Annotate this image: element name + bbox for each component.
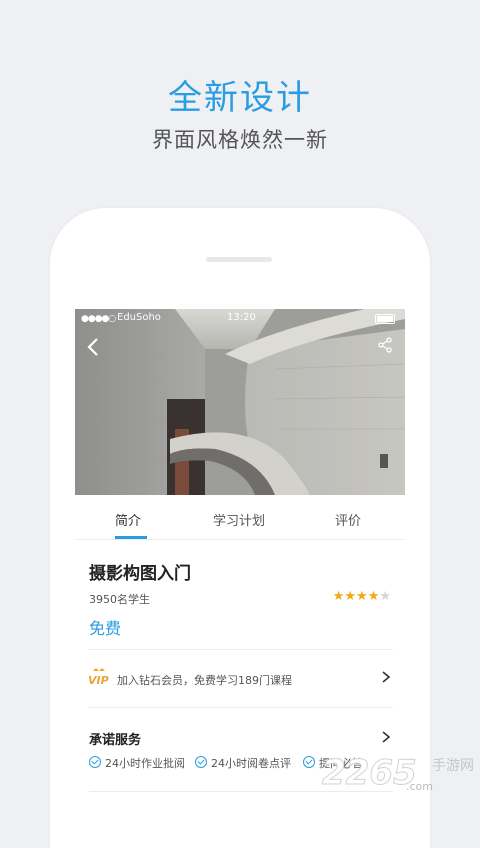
- tab-study-plan[interactable]: 学习计划: [213, 510, 265, 529]
- battery-icon: [375, 314, 395, 324]
- hero-subtitle: 界面风格焕然一新: [152, 128, 328, 152]
- watermark-suffix: .com: [406, 780, 433, 793]
- back-arrow-icon[interactable]: [85, 335, 101, 363]
- star-icon: ★: [332, 589, 345, 604]
- tab-intro[interactable]: 简介: [115, 510, 141, 529]
- star-icon: ★: [344, 589, 357, 604]
- divider: [89, 707, 393, 708]
- hero-title: 全新设计: [168, 78, 312, 118]
- promise-title: 承诺服务: [89, 733, 142, 748]
- check-circle-icon: [303, 756, 315, 768]
- promise-item: 24小时阅卷点评: [195, 755, 291, 771]
- carrier-label: EduSoho: [117, 312, 161, 323]
- watermark-number: 2265: [322, 753, 417, 793]
- chevron-right-icon: [381, 669, 391, 688]
- vip-text: 加入钻石会员，免费学习189门课程: [117, 674, 292, 687]
- watermark-label: 手游网: [432, 758, 474, 774]
- student-count: 3950名学生: [89, 593, 150, 606]
- check-circle-icon: [89, 756, 101, 768]
- vip-badge-text: VIP: [88, 674, 109, 687]
- promise-item-label: 24小时阅卷点评: [211, 757, 291, 770]
- promise-item-label: 24小时作业批阅: [105, 757, 185, 770]
- star-icon: ★: [356, 589, 368, 604]
- share-icon[interactable]: [377, 337, 393, 357]
- rating-stars: ★★★★★: [333, 589, 391, 604]
- status-time: 13:20: [227, 312, 256, 323]
- watermark-logo: 2265 .com 手游网: [318, 740, 480, 800]
- status-bar: ●●●●○ EduSoho 13:20: [75, 309, 405, 329]
- course-cover-image: ●●●●○ EduSoho 13:20: [75, 309, 405, 495]
- vip-row[interactable]: VIP 加入钻石会员，免费学习189门课程: [75, 649, 405, 707]
- course-tabs: 简介 学习计划 评价: [75, 495, 405, 540]
- check-circle-icon: [195, 756, 207, 768]
- star-empty-icon: ★: [379, 589, 391, 604]
- course-price: 免费: [89, 619, 122, 638]
- tab-reviews[interactable]: 评价: [335, 510, 361, 529]
- tab-indicator: [115, 536, 147, 539]
- phone-screen: ●●●●○ EduSoho 13:20 简介 学习计划 评价 摄影构图入门 39…: [75, 309, 405, 800]
- vip-icon: VIP: [87, 667, 111, 691]
- promise-item: 24小时作业批阅: [89, 755, 185, 771]
- course-title: 摄影构图入门: [89, 564, 191, 584]
- star-icon: ★: [367, 589, 380, 604]
- phone-speaker: [206, 257, 272, 262]
- signal-icon: ●●●●○: [81, 314, 116, 324]
